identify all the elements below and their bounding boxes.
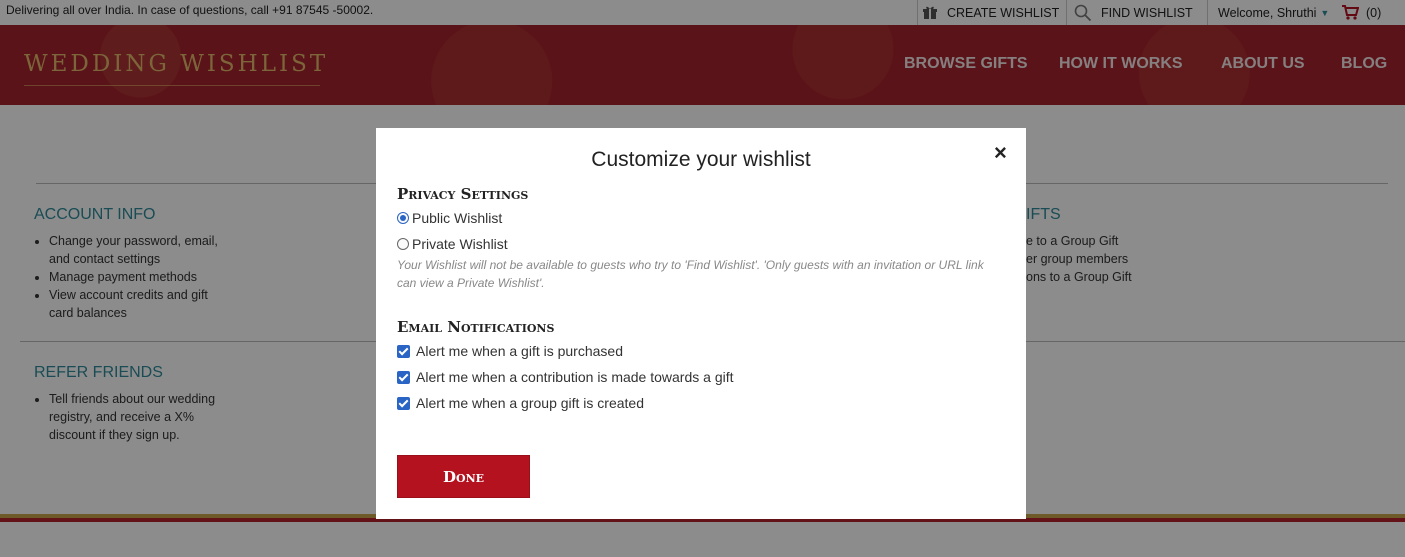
notify-contribution-label: Alert me when a contribution is made tow… — [416, 369, 734, 385]
notify-contribution-checkbox[interactable]: Alert me when a contribution is made tow… — [397, 369, 734, 385]
private-wishlist-label: Private Wishlist — [412, 236, 508, 252]
notify-gift-purchased-label: Alert me when a gift is purchased — [416, 343, 623, 359]
customize-wishlist-modal: Customize your wishlist × Privacy Settin… — [376, 128, 1026, 519]
radio-unselected-icon[interactable] — [397, 238, 409, 250]
modal-title: Customize your wishlist — [591, 148, 811, 171]
radio-selected-icon[interactable] — [397, 212, 409, 224]
notify-gift-purchased-checkbox[interactable]: Alert me when a gift is purchased — [397, 343, 623, 359]
checkbox-checked-icon[interactable] — [397, 344, 410, 358]
checkbox-checked-icon[interactable] — [397, 370, 410, 384]
close-icon[interactable]: × — [994, 140, 1007, 166]
email-notifications-heading: Email Notifications — [397, 318, 555, 336]
notify-group-gift-label: Alert me when a group gift is created — [416, 395, 645, 411]
public-wishlist-radio[interactable]: Public Wishlist — [397, 210, 502, 226]
privacy-settings-heading: Privacy Settings — [397, 185, 529, 203]
private-wishlist-note: Your Wishlist will not be available to g… — [397, 258, 984, 290]
checkbox-checked-icon[interactable] — [397, 396, 410, 410]
notify-group-gift-checkbox[interactable]: Alert me when a group gift is created — [397, 395, 644, 411]
done-button[interactable]: Done — [397, 455, 530, 498]
private-wishlist-radio[interactable]: Private Wishlist — [397, 236, 508, 252]
public-wishlist-label: Public Wishlist — [412, 210, 503, 226]
